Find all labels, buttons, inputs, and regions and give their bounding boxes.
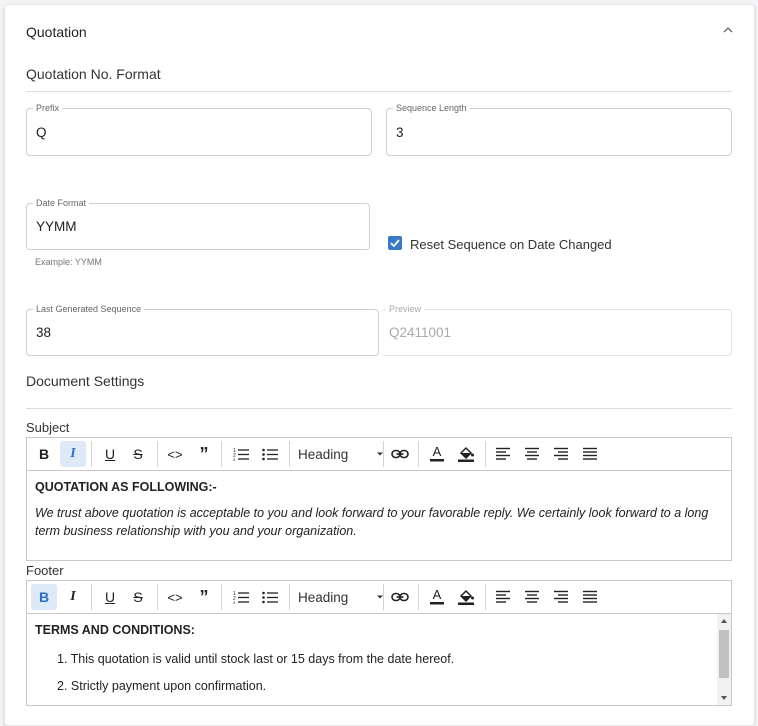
align-center-icon[interactable]: [519, 584, 545, 610]
svg-text:A: A: [433, 445, 442, 459]
sequence-length-label: Sequence Length: [393, 103, 470, 114]
toolbar-separator: [157, 584, 158, 610]
footer-label: Footer: [26, 563, 64, 578]
align-justify-icon[interactable]: [577, 441, 603, 467]
section-heading-quotation-no-format: Quotation No. Format: [26, 66, 161, 82]
sequence-length-field[interactable]: Sequence Length 3: [386, 103, 732, 156]
highlight-color-icon[interactable]: [453, 584, 479, 610]
heading-dropdown-label: Heading: [298, 589, 349, 605]
bold-button[interactable]: B: [31, 584, 57, 610]
sequence-length-value: 3: [396, 124, 404, 140]
reset-sequence-checkbox[interactable]: [388, 236, 402, 250]
toolbar-separator: [221, 584, 222, 610]
link-icon[interactable]: [387, 441, 413, 467]
blockquote-icon[interactable]: ”: [191, 441, 217, 467]
svg-text:A: A: [433, 588, 442, 602]
scrollbar-thumb[interactable]: [719, 630, 729, 678]
footer-list-item: 1. This quotation is valid until stock l…: [57, 652, 455, 666]
scroll-up-arrow-icon[interactable]: [720, 618, 728, 624]
heading-dropdown[interactable]: Heading: [298, 584, 384, 610]
toolbar-separator: [485, 584, 486, 610]
toolbar-separator: [289, 584, 290, 610]
footer-list-item: 2. Strictly payment upon confirmation.: [57, 679, 267, 693]
divider: [26, 91, 732, 92]
reset-sequence-label[interactable]: Reset Sequence on Date Changed: [410, 237, 612, 252]
underline-button[interactable]: U: [97, 584, 123, 610]
footer-title-text: TERMS AND CONDITIONS:: [35, 623, 195, 637]
bullet-list-icon[interactable]: [257, 441, 283, 467]
ordered-list-icon[interactable]: 123: [228, 584, 254, 610]
check-icon: [390, 239, 400, 248]
divider: [26, 408, 732, 409]
preview-value: Q2411001: [389, 325, 452, 340]
preview-field: Preview Q2411001: [381, 304, 732, 356]
align-right-icon[interactable]: [548, 584, 574, 610]
toolbar-separator: [383, 441, 384, 467]
align-justify-icon[interactable]: [577, 584, 603, 610]
toolbar-separator: [289, 441, 290, 467]
subject-label: Subject: [26, 420, 70, 435]
code-icon[interactable]: <>: [162, 584, 188, 610]
bullet-list-icon[interactable]: [257, 584, 283, 610]
heading-dropdown-label: Heading: [298, 446, 349, 462]
footer-editor[interactable]: B I U S <> ” 123 Heading A TERMS AND CON…: [26, 580, 732, 706]
last-generated-sequence-field[interactable]: Last Generated Sequence 38: [26, 304, 379, 356]
toolbar-separator: [91, 584, 92, 610]
subject-editor[interactable]: B I U S <> ” 123 Heading A QUOTATION AS …: [26, 437, 732, 561]
prefix-value: Q: [36, 124, 47, 140]
bold-button[interactable]: B: [31, 441, 57, 467]
scroll-down-arrow-icon[interactable]: [720, 695, 728, 701]
align-left-icon[interactable]: [490, 441, 516, 467]
toolbar-separator: [383, 584, 384, 610]
date-format-field[interactable]: Date Format YYMM: [26, 198, 370, 250]
ordered-list-icon[interactable]: 123: [228, 441, 254, 467]
card-title: Quotation: [26, 24, 87, 40]
underline-button[interactable]: U: [97, 441, 123, 467]
align-center-icon[interactable]: [519, 441, 545, 467]
align-right-icon[interactable]: [548, 441, 574, 467]
date-format-value: YYMM: [36, 219, 77, 234]
toolbar-separator: [418, 584, 419, 610]
toolbar-separator: [221, 441, 222, 467]
italic-button[interactable]: I: [60, 441, 86, 467]
toolbar-separator: [485, 441, 486, 467]
footer-toolbar: B I U S <> ” 123 Heading A: [27, 581, 731, 614]
link-icon[interactable]: [387, 584, 413, 610]
code-icon[interactable]: <>: [162, 441, 188, 467]
subject-toolbar: B I U S <> ” 123 Heading A: [27, 438, 731, 471]
date-format-helper: Example: YYMM: [35, 257, 102, 267]
italic-button[interactable]: I: [60, 584, 86, 610]
align-left-icon[interactable]: [490, 584, 516, 610]
font-color-icon[interactable]: A: [424, 584, 450, 610]
toolbar-separator: [157, 441, 158, 467]
strikethrough-button[interactable]: S: [125, 584, 151, 610]
heading-dropdown[interactable]: Heading: [298, 441, 384, 467]
last-generated-sequence-value: 38: [36, 325, 52, 340]
section-heading-document-settings: Document Settings: [26, 373, 145, 389]
strikethrough-button[interactable]: S: [125, 441, 151, 467]
font-color-icon[interactable]: A: [424, 441, 450, 467]
blockquote-icon[interactable]: ”: [191, 584, 217, 610]
chevron-up-icon[interactable]: [721, 23, 735, 37]
prefix-field[interactable]: Prefix Q: [26, 103, 372, 156]
toolbar-separator: [91, 441, 92, 467]
toolbar-separator: [418, 441, 419, 467]
subject-title-text: QUOTATION AS FOLLOWING:-: [35, 480, 217, 494]
subject-body-text: We trust above quotation is acceptable t…: [35, 506, 709, 538]
footer-scrollbar[interactable]: [717, 614, 731, 705]
quotation-card: Quotation Quotation No. Format Prefix Q …: [4, 4, 755, 726]
highlight-color-icon[interactable]: [453, 441, 479, 467]
